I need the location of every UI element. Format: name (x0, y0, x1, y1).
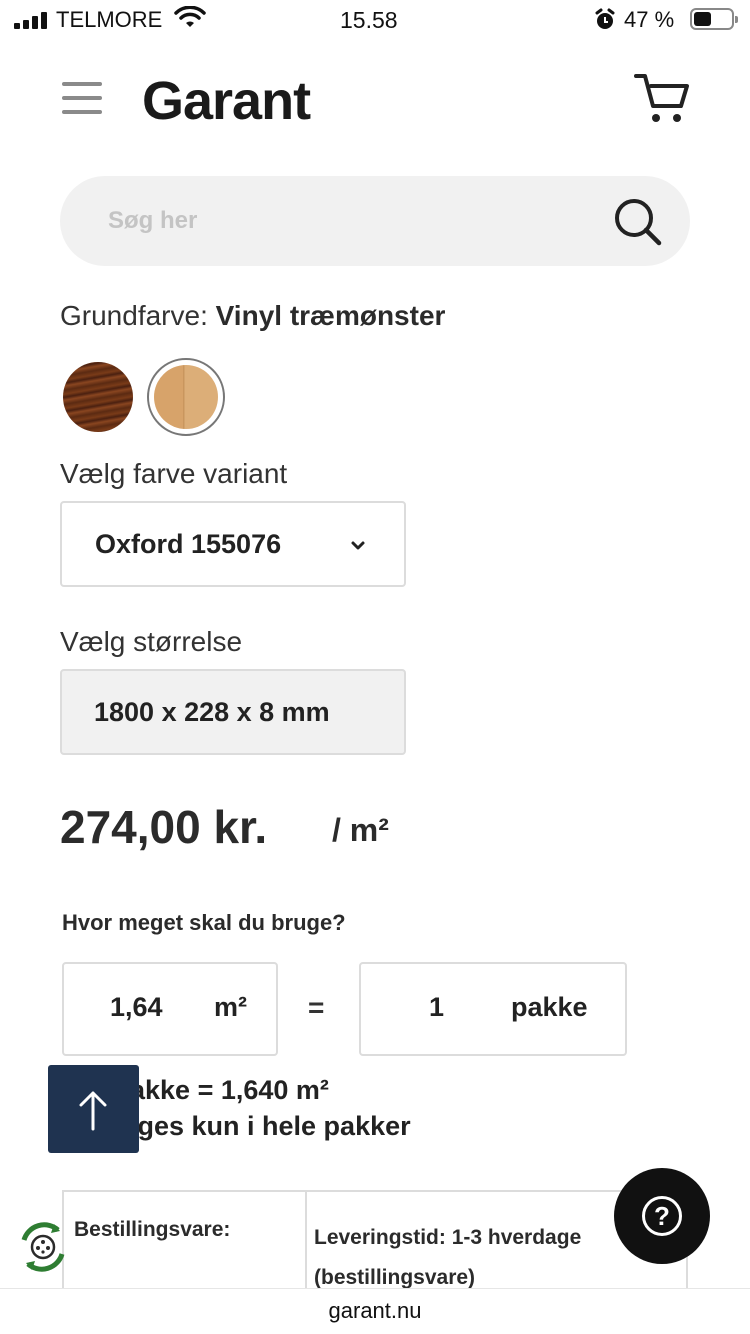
arrow-up-icon (79, 1091, 107, 1131)
area-value: 1,64 (110, 992, 163, 1022)
size-option-value: 1800 x 228 x 8 mm (94, 697, 330, 727)
cart-icon[interactable] (632, 70, 692, 126)
delivery-type: Bestillingsvare: (74, 1218, 231, 1241)
scroll-to-top-button[interactable] (48, 1065, 139, 1153)
alarm-icon (595, 8, 615, 29)
base-color-title: Grundfarve: (60, 300, 208, 331)
base-color-value: Vinyl træmønster (215, 300, 446, 331)
battery-percent: 47 % (624, 7, 675, 32)
search-input[interactable] (108, 204, 588, 238)
size-label: Vælg størrelse (60, 626, 243, 657)
swatch-dark-wood[interactable] (63, 362, 133, 432)
search-icon[interactable] (612, 196, 664, 248)
variant-select-value: Oxford 155076 (95, 529, 282, 559)
wifi-icon (174, 6, 206, 27)
garant-logo[interactable]: Garant (142, 70, 311, 132)
price: 274,00 kr. (60, 801, 268, 853)
variant-label: Vælg farve variant (60, 458, 288, 489)
swatch-light-wood[interactable] (154, 365, 218, 429)
variant-select[interactable]: Oxford 155076 (60, 501, 406, 587)
delivery-info-table: Bestillingsvare: Leveringstid: 1-3 hverd… (62, 1190, 688, 1300)
search-bar[interactable] (60, 176, 690, 266)
area-unit: m² (214, 992, 247, 1022)
pack-value: 1 (429, 992, 445, 1022)
calculator-question: Hvor meget skal du bruge? (62, 910, 346, 935)
equals-sign: = (308, 992, 325, 1023)
price-unit: / m² (332, 812, 389, 848)
recycle-icon[interactable] (14, 1218, 72, 1276)
area-input[interactable]: 1,64 m² (62, 962, 278, 1056)
browser-url-bar[interactable]: garant.nu (0, 1288, 750, 1334)
hamburger-menu-button[interactable] (62, 82, 102, 114)
size-option[interactable]: 1800 x 228 x 8 mm (60, 669, 406, 755)
battery-icon (690, 8, 738, 30)
cell-signal-icon (14, 11, 47, 29)
status-bar: TELMORE 15.58 47 % (0, 0, 750, 40)
chevron-down-icon (351, 541, 365, 550)
help-question-icon: ? (642, 1196, 682, 1236)
carrier-name: TELMORE (56, 7, 163, 32)
help-button[interactable]: ? (614, 1168, 710, 1264)
delivery-time: Leveringstid: 1-3 hverdage (bestillingsv… (314, 1226, 582, 1289)
base-color-label: Grundfarve: Vinyl træmønster (60, 300, 445, 332)
pack-input[interactable]: 1 pakke (359, 962, 627, 1056)
clock: 15.58 (340, 7, 398, 33)
pack-unit: pakke (511, 992, 588, 1022)
table-divider (305, 1192, 307, 1300)
url-text: garant.nu (328, 1298, 422, 1323)
